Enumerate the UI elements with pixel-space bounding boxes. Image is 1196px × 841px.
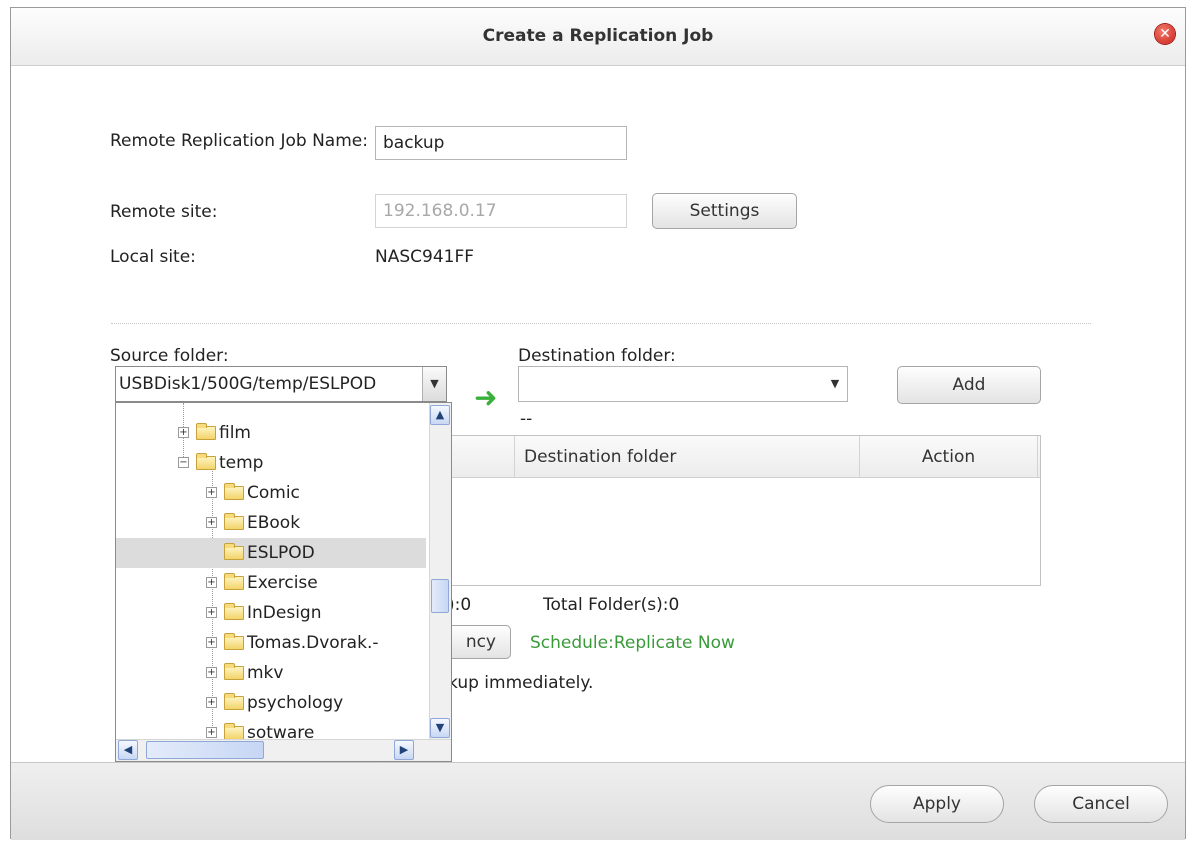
replication-job-dialog: Create a Replication Job ✕ Remote Replic… — [10, 7, 1186, 840]
tree-item[interactable]: + EBook — [116, 508, 426, 538]
expand-icon[interactable]: + — [206, 577, 217, 588]
scroll-up-icon[interactable]: ▲ — [430, 405, 450, 425]
folder-icon — [224, 633, 244, 650]
folder-icon — [224, 723, 244, 740]
expand-icon[interactable]: + — [206, 667, 217, 678]
chevron-down-icon[interactable]: ▼ — [422, 367, 446, 401]
section-divider — [111, 323, 1091, 324]
close-icon[interactable]: ✕ — [1155, 24, 1175, 44]
folder-icon — [224, 543, 244, 560]
tree-item[interactable]: + InDesign — [116, 598, 426, 628]
tree-item[interactable]: + Comic — [116, 478, 426, 508]
tree-item[interactable]: + mkv — [116, 658, 426, 688]
tree-item[interactable]: + Exercise — [116, 568, 426, 598]
tree-item-label: EBook — [247, 513, 301, 533]
cancel-button[interactable]: Cancel — [1034, 785, 1168, 823]
tree-item-label: mkv — [247, 663, 284, 683]
vertical-scrollbar[interactable]: ▲ ▼ — [429, 403, 451, 740]
dialog-title: Create a Replication Job — [482, 26, 714, 46]
folder-tree-dropdown[interactable]: + film − temp + Comic + EBook ESLPOD + Exercise + In… — [115, 402, 452, 762]
tree-item-label: Comic — [247, 483, 300, 503]
expand-icon[interactable]: + — [206, 607, 217, 618]
folder-icon — [196, 423, 216, 440]
collapse-icon[interactable]: − — [178, 457, 189, 468]
table-header: Destination folder Action — [449, 436, 1040, 478]
column-header-blank — [449, 436, 515, 478]
scroll-thumb[interactable] — [431, 579, 449, 613]
folder-open-icon — [196, 453, 216, 470]
folder-icon — [224, 693, 244, 710]
tree-item-label: Exercise — [247, 573, 318, 593]
local-site-label: Local site: — [110, 247, 196, 267]
folder-pair-table: Destination folder Action — [448, 435, 1041, 586]
destination-hint: -- — [520, 409, 533, 429]
destination-folder-combo[interactable]: ▼ — [518, 366, 848, 402]
scroll-right-icon[interactable]: ▶ — [394, 740, 414, 760]
folder-icon — [224, 513, 244, 530]
tree-item[interactable]: + film — [116, 418, 426, 448]
column-header-action[interactable]: Action — [860, 436, 1038, 478]
folder-icon — [224, 663, 244, 680]
tree-item-label: psychology — [247, 693, 344, 713]
arrow-right-icon: ➜ — [474, 381, 498, 414]
apply-button[interactable]: Apply — [870, 785, 1004, 823]
tree-item-label: InDesign — [247, 603, 322, 623]
schedule-text: Schedule:Replicate Now — [530, 633, 735, 653]
tree-item-label: Tomas.Dvorak.- — [247, 633, 379, 653]
tree-item[interactable]: − temp — [116, 448, 426, 478]
source-folder-label: Source folder: — [110, 346, 229, 366]
expand-icon[interactable]: + — [178, 427, 189, 438]
column-header-destination[interactable]: Destination folder — [515, 436, 860, 478]
dialog-footer: Apply Cancel — [11, 762, 1185, 840]
dialog-titlebar: Create a Replication Job ✕ — [11, 8, 1185, 66]
source-folder-combo[interactable]: USBDisk1/500G/temp/ESLPOD ▼ — [115, 366, 447, 402]
tree-item[interactable]: + Tomas.Dvorak.- — [116, 628, 426, 658]
job-name-label: Remote Replication Job Name: — [110, 131, 368, 151]
settings-button[interactable]: Settings — [652, 193, 797, 229]
job-name-input[interactable]: backup — [375, 126, 627, 160]
schedule-note: kup immediately. — [448, 673, 594, 693]
horizontal-scrollbar[interactable]: ◀ ▶ — [116, 739, 451, 761]
expand-icon[interactable]: + — [206, 727, 217, 738]
folder-icon — [224, 573, 244, 590]
total-folder-count: Total Folder(s):0 — [543, 595, 680, 615]
tree-item-label: film — [219, 423, 251, 443]
remote-site-label: Remote site: — [110, 202, 218, 222]
chevron-down-icon[interactable]: ▼ — [823, 367, 847, 401]
source-folder-value: USBDisk1/500G/temp/ESLPOD — [119, 374, 377, 394]
tree-item-label: ESLPOD — [247, 543, 315, 563]
expand-icon[interactable]: + — [206, 697, 217, 708]
local-site-value: NASC941FF — [375, 247, 475, 267]
folder-icon — [224, 483, 244, 500]
folder-icon — [224, 603, 244, 620]
remote-site-field: 192.168.0.17 — [375, 194, 627, 228]
tree-item[interactable]: ESLPOD — [116, 538, 426, 568]
tree-item-label: temp — [219, 453, 264, 473]
add-button[interactable]: Add — [897, 366, 1041, 404]
scroll-thumb-horizontal[interactable] — [146, 741, 264, 759]
tree-item[interactable]: + psychology — [116, 688, 426, 718]
expand-icon[interactable]: + — [206, 517, 217, 528]
scroll-left-icon[interactable]: ◀ — [118, 740, 138, 760]
expand-icon[interactable]: + — [206, 637, 217, 648]
scroll-down-icon[interactable]: ▼ — [430, 718, 450, 738]
expand-icon[interactable]: + — [206, 487, 217, 498]
destination-folder-label: Destination folder: — [518, 346, 676, 366]
